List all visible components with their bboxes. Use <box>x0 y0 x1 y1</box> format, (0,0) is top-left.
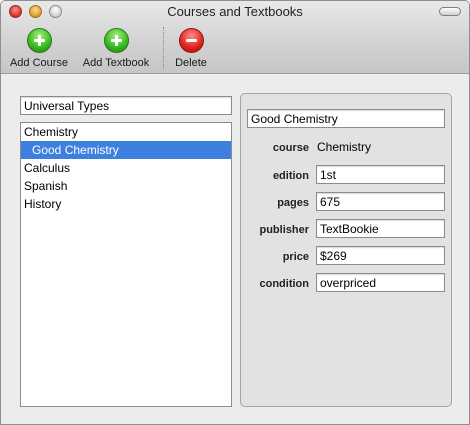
add-textbook-label: Add Textbook <box>82 57 150 69</box>
add-textbook-button[interactable]: Add Textbook <box>77 28 155 69</box>
plus-icon <box>26 28 52 53</box>
list-item-history[interactable]: History <box>21 195 231 213</box>
course-textbook-list[interactable]: Chemistry Good Chemistry Calculus Spanis… <box>20 122 232 407</box>
title-toolbar: Courses and Textbooks Add Course Add Tex… <box>1 1 469 74</box>
edition-label: edition <box>272 170 309 182</box>
add-course-label: Add Course <box>9 57 69 69</box>
condition-field[interactable]: overpriced <box>316 273 445 292</box>
window-title: Courses and Textbooks <box>167 4 303 19</box>
price-label: price <box>282 251 309 263</box>
list-item-calculus[interactable]: Calculus <box>21 159 231 177</box>
add-course-button[interactable]: Add Course <box>7 28 71 69</box>
textbook-title-field[interactable]: Good Chemistry <box>247 109 445 128</box>
price-field[interactable]: $269 <box>316 246 445 265</box>
condition-label: condition <box>259 278 310 290</box>
list-item-good-chemistry[interactable]: Good Chemistry <box>21 141 231 159</box>
pages-field[interactable]: 675 <box>316 192 445 211</box>
edition-field[interactable]: 1st <box>316 165 445 184</box>
detail-panel: Good Chemistry course Chemistry edition … <box>240 93 452 407</box>
publisher-label: publisher <box>259 224 309 236</box>
course-label: course <box>272 142 309 154</box>
list-item-spanish[interactable]: Spanish <box>21 177 231 195</box>
pages-label: pages <box>277 197 309 209</box>
delete-label: Delete <box>175 57 207 69</box>
delete-button[interactable]: Delete <box>170 28 212 69</box>
universal-types-field[interactable]: Universal Types <box>20 96 232 115</box>
course-value: Chemistry <box>317 140 372 154</box>
publisher-field[interactable]: TextBookie <box>316 219 445 238</box>
list-item-chemistry[interactable]: Chemistry <box>21 123 231 141</box>
app-window: Courses and Textbooks Add Course Add Tex… <box>0 0 470 425</box>
toolbar-separator <box>163 27 164 69</box>
minus-icon <box>178 28 204 53</box>
toolbar-toggle-button[interactable] <box>439 7 461 16</box>
plus-icon <box>103 28 129 53</box>
